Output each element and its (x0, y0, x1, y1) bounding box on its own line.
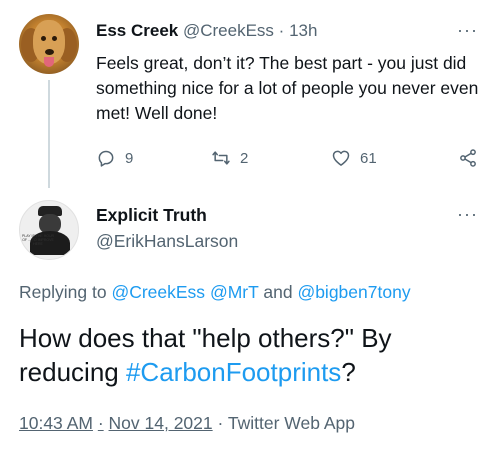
reply-text: How does that "help others?" By reducing… (19, 321, 489, 389)
thread-line (48, 80, 50, 188)
dog-eye-right (52, 36, 57, 41)
dog-tongue (44, 57, 54, 67)
reply-author-handle[interactable]: @ErikHansLarson (96, 231, 238, 252)
avatar-caption: PLAY IS THE HOUR OF ... TO IMPROVE HERE (21, 234, 55, 246)
author-name[interactable]: Ess Creek (96, 21, 178, 40)
tweet-timestamp[interactable]: 10:43 AM (19, 413, 93, 433)
author-handle[interactable]: @CreekEss (183, 21, 274, 40)
tweet-source: Twitter Web App (227, 413, 355, 433)
share-icon (460, 149, 476, 167)
tweet-text: Feels great, don’t it? The best part - y… (96, 53, 479, 123)
dog-nose (45, 49, 54, 55)
tweet-ess-creek[interactable]: Ess Creek @CreekEss · 13h ··· Feels grea… (0, 0, 500, 196)
avatar-ess-creek[interactable] (19, 14, 79, 74)
replying-prefix: Replying to (19, 282, 107, 302)
meta-dot: · (97, 413, 104, 433)
heart-icon (332, 150, 350, 166)
tweet-actions: 9 2 61 (96, 148, 486, 172)
reply-text-after: ? (341, 357, 356, 387)
like-button[interactable]: 61 (331, 148, 377, 168)
retweet-button[interactable]: 2 (211, 148, 248, 168)
more-icon[interactable]: ··· (457, 204, 478, 225)
avatar-explicit-truth[interactable]: PLAY IS THE HOUR OF ... TO IMPROVE HERE (19, 200, 79, 260)
reply-button[interactable]: 9 (96, 148, 133, 168)
tweet-meta: 10:43 AM · Nov 14, 2021 · Twitter Web Ap… (19, 413, 355, 434)
like-count: 61 (360, 149, 377, 167)
share-button[interactable] (458, 148, 478, 168)
mention-link[interactable]: @CreekEss (111, 282, 205, 302)
retweet-count: 2 (240, 149, 249, 167)
reply-icon (98, 150, 114, 167)
meta-dot: · (217, 413, 224, 433)
replying-to: Replying to @CreekEss @MrT and @bigben7t… (19, 282, 411, 303)
reply-count: 9 (125, 149, 134, 167)
mention-link[interactable]: @bigben7tony (297, 282, 410, 302)
retweet-icon (212, 151, 230, 165)
tweet-date[interactable]: Nov 14, 2021 (109, 413, 213, 433)
header-separator: · (278, 21, 285, 40)
dog-eye-left (41, 36, 46, 41)
reply-author-name[interactable]: Explicit Truth (96, 205, 207, 226)
more-icon[interactable]: ··· (457, 20, 478, 41)
mention-link[interactable]: @MrT (210, 282, 259, 302)
tweet-time[interactable]: 13h (289, 21, 317, 40)
replying-and: and (263, 282, 293, 302)
hashtag-link[interactable]: #CarbonFootprints (126, 357, 341, 387)
tweet-header: Ess Creek @CreekEss · 13h (96, 20, 317, 42)
